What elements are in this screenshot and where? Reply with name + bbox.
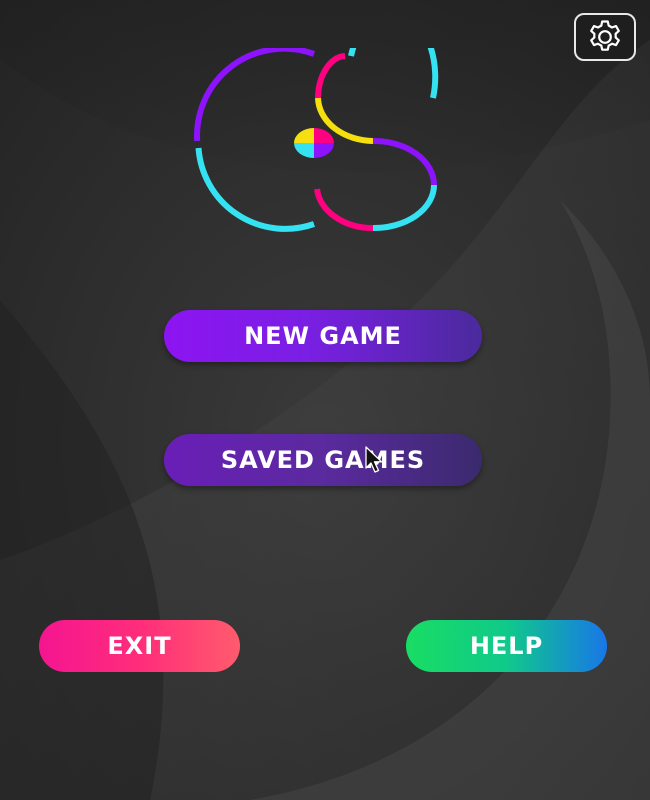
color-switch-logo bbox=[194, 48, 439, 232]
exit-button[interactable]: EXIT bbox=[39, 620, 240, 672]
color-ball-icon bbox=[294, 128, 334, 158]
saved-games-label: SAVED GAMES bbox=[220, 446, 426, 474]
help-button[interactable]: HELP bbox=[406, 620, 607, 672]
gear-icon bbox=[590, 20, 620, 51]
mouse-pointer-icon bbox=[365, 446, 383, 473]
new-game-label: NEW GAME bbox=[244, 322, 402, 350]
exit-label: EXIT bbox=[107, 632, 172, 660]
new-game-button[interactable]: NEW GAME bbox=[164, 310, 482, 362]
settings-button[interactable] bbox=[574, 13, 636, 61]
help-label: HELP bbox=[469, 632, 544, 660]
saved-games-button[interactable]: SAVED GAMES bbox=[164, 434, 482, 486]
